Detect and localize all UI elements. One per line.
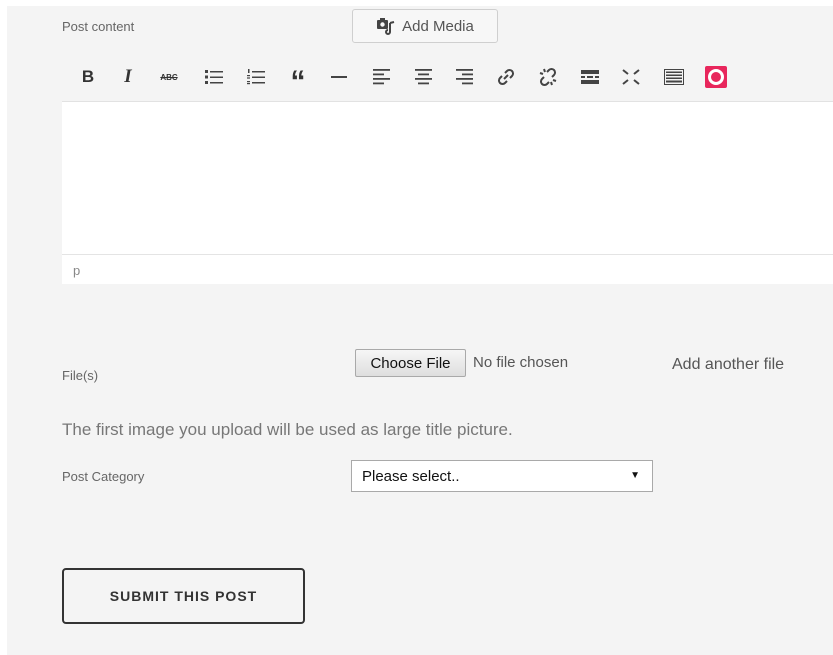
upload-notice: The first image you upload will be used … <box>62 420 513 439</box>
dropdown-arrow-icon: ▼ <box>630 470 640 481</box>
toolbar-toggle-icon[interactable] <box>662 65 686 89</box>
post-category-value: Please select.. <box>362 468 460 485</box>
editor-status-bar: p <box>62 254 833 284</box>
post-content-editor[interactable] <box>62 102 833 254</box>
files-label: File(s) <box>62 368 99 383</box>
submit-post-button[interactable]: SUBMIT THIS POST <box>62 568 305 624</box>
media-icon <box>377 18 395 35</box>
add-another-file-link[interactable]: Add another file <box>672 356 784 374</box>
horizontal-line-icon[interactable] <box>327 65 351 89</box>
post-content-label: Post content <box>62 19 135 34</box>
link-icon[interactable] <box>494 65 518 89</box>
unlink-icon[interactable] <box>536 65 560 89</box>
editor-toolbar: B I ABC “ <box>62 52 833 102</box>
italic-icon[interactable]: I <box>116 65 140 89</box>
element-path[interactable]: p <box>73 263 80 278</box>
post-category-select[interactable]: Please select.. ▼ <box>351 460 653 492</box>
blockquote-icon[interactable]: “ <box>286 65 310 97</box>
fullscreen-icon[interactable] <box>619 65 643 89</box>
choose-file-button[interactable]: Choose File <box>355 349 466 377</box>
add-media-button[interactable]: Add Media <box>352 9 498 43</box>
read-more-icon[interactable] <box>578 65 602 89</box>
bold-icon[interactable]: B <box>76 65 100 89</box>
align-center-icon[interactable] <box>411 65 435 89</box>
post-category-label: Post Category <box>62 469 145 484</box>
bulleted-list-icon[interactable] <box>202 65 226 89</box>
align-left-icon[interactable] <box>369 65 393 89</box>
numbered-list-icon[interactable] <box>244 65 268 89</box>
strikethrough-icon[interactable]: ABC <box>157 65 181 89</box>
no-file-chosen-text: No file chosen <box>473 354 569 371</box>
record-icon[interactable] <box>704 65 728 89</box>
align-right-icon[interactable] <box>452 65 476 89</box>
add-media-label: Add Media <box>402 17 474 35</box>
